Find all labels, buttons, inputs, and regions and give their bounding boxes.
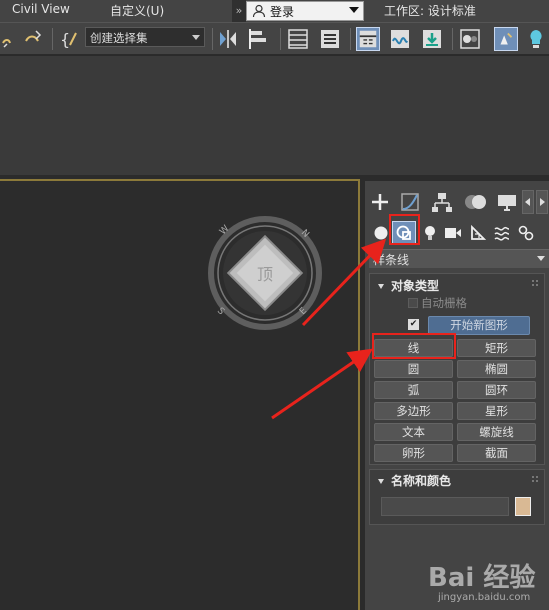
selection-set-label: 创建选择集 xyxy=(90,31,148,45)
svg-text:{: { xyxy=(60,30,70,49)
rollout-grip-icon[interactable] xyxy=(532,280,538,286)
object-color-swatch[interactable] xyxy=(515,497,531,516)
chevron-down-icon xyxy=(537,256,545,261)
tabs-scroll-right-button[interactable] xyxy=(536,190,548,214)
curve-editor-icon[interactable] xyxy=(388,27,412,51)
motion-tab-icon[interactable] xyxy=(463,191,489,213)
ngon-button[interactable]: 多边形 xyxy=(374,402,453,420)
shape-category-value: 样条线 xyxy=(373,253,410,267)
mirror-icon[interactable] xyxy=(216,27,240,51)
donut-button[interactable]: 圆环 xyxy=(457,381,536,399)
main-toolbar: { 创建选择集 xyxy=(0,22,549,54)
auto-grid-checkbox[interactable] xyxy=(408,298,418,308)
geometry-icon[interactable] xyxy=(373,225,389,241)
text-button[interactable]: 文本 xyxy=(374,423,453,441)
collapse-arrow-icon xyxy=(378,479,384,484)
render-setup-icon[interactable] xyxy=(494,27,518,51)
star-button[interactable]: 星形 xyxy=(457,402,536,420)
chevron-left-icon xyxy=(525,198,530,206)
toolbar-separator xyxy=(452,28,453,50)
shape-category-dropdown[interactable]: 样条线 xyxy=(369,249,549,268)
helix-button[interactable]: 螺旋线 xyxy=(457,423,536,441)
shapes-highlight xyxy=(389,214,420,245)
chevron-down-icon xyxy=(192,35,200,40)
menu-overflow-icon[interactable]: » xyxy=(232,0,246,22)
curly-brace-icon[interactable]: { xyxy=(58,27,82,51)
watermark-logo: Bai 经验 xyxy=(428,563,536,593)
watermark-url: jingyan.baidu.com xyxy=(438,592,531,603)
helpers-icon[interactable] xyxy=(469,224,487,242)
egg-button[interactable]: 卵形 xyxy=(374,444,453,462)
menu-civil-view[interactable]: Civil View xyxy=(12,2,70,16)
rollout-grip-icon[interactable] xyxy=(532,476,538,482)
rectangle-button[interactable]: 矩形 xyxy=(457,339,536,357)
cameras-icon[interactable] xyxy=(444,226,462,240)
link-icon[interactable] xyxy=(0,27,24,51)
auto-grid-label: 自动栅格 xyxy=(421,296,467,310)
line-button-highlight xyxy=(372,333,456,359)
selection-set-dropdown[interactable]: 创建选择集 xyxy=(85,27,205,47)
name-color-title: 名称和颜色 xyxy=(391,474,452,488)
command-panel-tabs xyxy=(365,187,549,217)
material-editor-icon[interactable] xyxy=(458,27,482,51)
chevron-right-icon xyxy=(540,198,545,206)
lights-icon[interactable] xyxy=(423,224,437,242)
circle-button[interactable]: 圆 xyxy=(374,360,453,378)
app-window: Civil View 自定义(U) » 登录 工作区: 设计标准 { 创建选择集 xyxy=(0,0,549,610)
name-color-header[interactable]: 名称和颜色 xyxy=(378,472,451,489)
object-name-input[interactable] xyxy=(381,497,509,516)
toolbar-separator xyxy=(212,28,213,50)
align-icon[interactable] xyxy=(246,27,270,51)
start-new-shape-checkbox[interactable]: ✔ xyxy=(408,319,419,330)
toolbar-separator xyxy=(280,28,281,50)
menu-bar: Civil View 自定义(U) » 登录 工作区: 设计标准 xyxy=(0,0,549,22)
space-warps-icon[interactable] xyxy=(493,224,511,242)
ellipse-button[interactable]: 椭圆 xyxy=(457,360,536,378)
toolbar-separator xyxy=(52,28,53,50)
collapse-arrow-icon xyxy=(378,284,384,289)
ribbon-area xyxy=(0,55,549,175)
bind-icon[interactable] xyxy=(22,27,46,51)
arc-button[interactable]: 弧 xyxy=(374,381,453,399)
login-label: 登录 xyxy=(270,5,295,19)
section-button[interactable]: 截面 xyxy=(457,444,536,462)
viewcube-top-label: 顶 xyxy=(257,265,273,284)
scene-explorer-icon[interactable] xyxy=(286,27,310,51)
layer-icon[interactable] xyxy=(318,27,342,51)
systems-icon[interactable] xyxy=(517,224,535,242)
display-tab-icon[interactable] xyxy=(496,191,518,213)
create-tab-icon[interactable] xyxy=(369,191,391,213)
hierarchy-tab-icon[interactable] xyxy=(431,191,453,213)
render-icon[interactable] xyxy=(524,27,548,51)
object-type-header[interactable]: 对象类型 xyxy=(378,277,439,294)
viewcube-icon[interactable]: 顶 W N S E xyxy=(207,213,323,333)
menu-customize[interactable]: 自定义(U) xyxy=(110,2,164,19)
workspace-selector[interactable]: 工作区: 设计标准 xyxy=(384,2,476,19)
modify-tab-icon[interactable] xyxy=(399,191,421,213)
ribbon-icon[interactable] xyxy=(356,27,380,51)
checkmark-icon: ✔ xyxy=(409,319,418,329)
toolbar-separator xyxy=(350,28,351,50)
tabs-scroll-left-button[interactable] xyxy=(522,190,534,214)
chevron-down-icon xyxy=(349,7,359,13)
user-icon xyxy=(252,4,266,18)
object-type-title: 对象类型 xyxy=(391,279,440,293)
schematic-icon[interactable] xyxy=(420,27,444,51)
login-dropdown[interactable]: 登录 xyxy=(246,1,364,21)
